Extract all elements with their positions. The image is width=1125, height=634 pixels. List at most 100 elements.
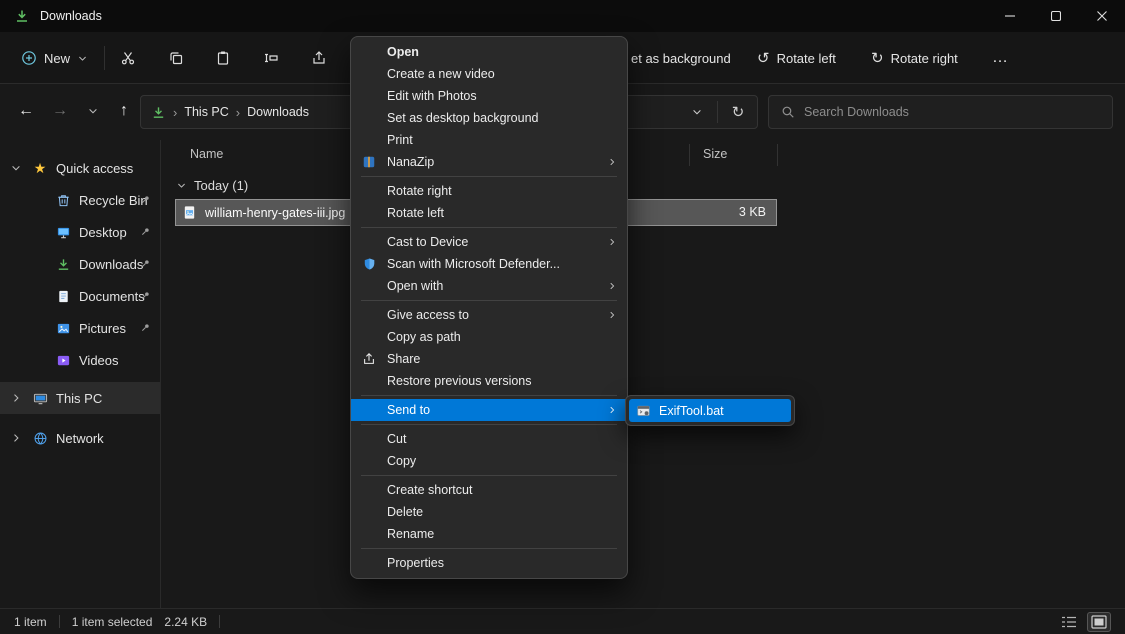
sidebar-item-recycle-bin[interactable]: Recycle Bin [0,184,160,216]
item-count: 1 item [14,615,47,629]
back-button[interactable]: ← [10,95,42,127]
chevron-right-icon[interactable] [8,432,24,444]
context-menu-item-scan-with-microsoft-defender[interactable]: Scan with Microsoft Defender... [351,253,627,275]
defender-shield-icon [351,257,387,271]
context-menu-item-create-shortcut[interactable]: Create shortcut [351,479,627,501]
selection-size: 2.24 KB [164,615,207,629]
context-menu: Open Create a new video Edit with Photos… [350,36,628,579]
sidebar-item-downloads[interactable]: Downloads [0,248,160,280]
menu-item-label: Delete [387,505,621,519]
context-menu-item-copy-as-path[interactable]: Copy as path [351,326,627,348]
submenu-item-exiftool-bat[interactable]: ExifTool.bat [629,399,791,422]
chevron-down-icon[interactable] [176,180,187,191]
refresh-button[interactable]: ↻ [725,98,751,126]
copy-icon [168,50,184,66]
context-menu-item-copy[interactable]: Copy [351,450,627,472]
network-icon [31,431,49,446]
context-menu-item-print[interactable]: Print [351,129,627,151]
menu-item-label: NanaZip [387,155,603,169]
context-menu-item-set-as-desktop-background[interactable]: Set as desktop background [351,107,627,129]
search-input[interactable] [804,105,1100,119]
menu-separator [361,424,617,425]
column-header-size[interactable]: Size [703,147,727,161]
breadcrumb-chevron-icon: › [173,105,177,120]
sidebar-item-documents[interactable]: Documents [0,280,160,312]
recent-locations-button[interactable] [77,95,109,127]
context-menu-item-cut[interactable]: Cut [351,428,627,450]
column-header-name[interactable]: Name [190,147,223,161]
context-menu-item-send-to[interactable]: Send to [351,399,627,421]
menu-item-label: Give access to [387,308,603,322]
context-menu-item-properties[interactable]: Properties [351,552,627,574]
recycle-bin-icon [54,193,72,208]
desktop-icon [54,225,72,240]
rotate-left-button[interactable]: ↺ Rotate left [748,42,845,74]
cut-button[interactable] [111,42,145,74]
chevron-down-icon[interactable] [8,162,24,174]
sidebar-item-label: Network [56,431,104,446]
column-divider[interactable] [689,144,690,166]
maximize-button[interactable] [1033,0,1079,32]
context-menu-item-nanazip[interactable]: NanaZip [351,151,627,173]
pin-icon [140,226,151,237]
paste-button[interactable] [206,42,240,74]
column-headers: Name Size [161,140,1125,170]
menu-item-label: Edit with Photos [387,89,621,103]
plus-circle-icon [21,50,37,66]
context-menu-item-restore-previous-versions[interactable]: Restore previous versions [351,370,627,392]
close-button[interactable] [1079,0,1125,32]
minimize-button[interactable] [987,0,1033,32]
share-button[interactable] [302,42,336,74]
context-menu-item-rotate-right[interactable]: Rotate right [351,180,627,202]
chevron-right-icon[interactable] [8,392,24,404]
context-menu-item-delete[interactable]: Delete [351,501,627,523]
sidebar-item-quick-access[interactable]: ★ Quick access [0,152,160,184]
pin-icon [140,322,151,333]
submenu-arrow-icon [603,405,621,415]
copy-button[interactable] [159,42,193,74]
rotate-right-button[interactable]: ↻ Rotate right [862,42,967,74]
up-button[interactable]: ↑ [108,95,140,127]
context-menu-item-rotate-left[interactable]: Rotate left [351,202,627,224]
view-toggle-buttons [1057,612,1111,632]
rename-icon [263,50,279,66]
context-menu-item-create-a-new-video[interactable]: Create a new video [351,63,627,85]
sidebar-item-label: This PC [56,391,102,406]
breadcrumb-item-downloads[interactable]: Downloads [247,105,309,119]
menu-item-label: Send to [387,403,603,417]
forward-button[interactable]: → [44,95,76,127]
set-as-background-button[interactable]: et as background [622,42,740,74]
sidebar-item-videos[interactable]: Videos [0,344,160,376]
address-dropdown-button[interactable] [684,98,710,126]
sidebar-item-label: Downloads [79,257,143,272]
sidebar-item-label: Desktop [79,225,127,240]
context-menu-item-open-with[interactable]: Open with [351,275,627,297]
rename-button[interactable] [254,42,288,74]
sidebar-item-pictures[interactable]: Pictures [0,312,160,344]
menu-item-label: Rotate right [387,184,621,198]
context-menu-item-edit-with-photos[interactable]: Edit with Photos [351,85,627,107]
context-menu-item-open[interactable]: Open [351,41,627,63]
menu-item-label: Copy as path [387,330,621,344]
sidebar-item-network[interactable]: Network [0,422,160,454]
sidebar-item-desktop[interactable]: Desktop [0,216,160,248]
menu-item-label: Cast to Device [387,235,603,249]
search-box[interactable] [768,95,1113,129]
breadcrumb-item-this-pc[interactable]: This PC [184,105,228,119]
details-view-button[interactable] [1057,612,1081,632]
new-button[interactable]: New [12,42,97,74]
menu-item-label: Open with [387,279,603,293]
group-header-today[interactable]: Today (1) [161,172,248,198]
context-menu-item-give-access-to[interactable]: Give access to [351,304,627,326]
sidebar-item-this-pc[interactable]: This PC [0,382,160,414]
context-menu-item-cast-to-device[interactable]: Cast to Device [351,231,627,253]
menu-separator [361,176,617,177]
file-name: william-henry-gates-iii.jpg [205,206,345,220]
more-options-button[interactable]: … [983,42,1018,74]
column-divider[interactable] [777,144,778,166]
rotate-left-label: Rotate left [777,51,836,66]
menu-item-label: Share [387,352,621,366]
context-menu-item-share[interactable]: Share [351,348,627,370]
thumbnail-view-button[interactable] [1087,612,1111,632]
context-menu-item-rename[interactable]: Rename [351,523,627,545]
